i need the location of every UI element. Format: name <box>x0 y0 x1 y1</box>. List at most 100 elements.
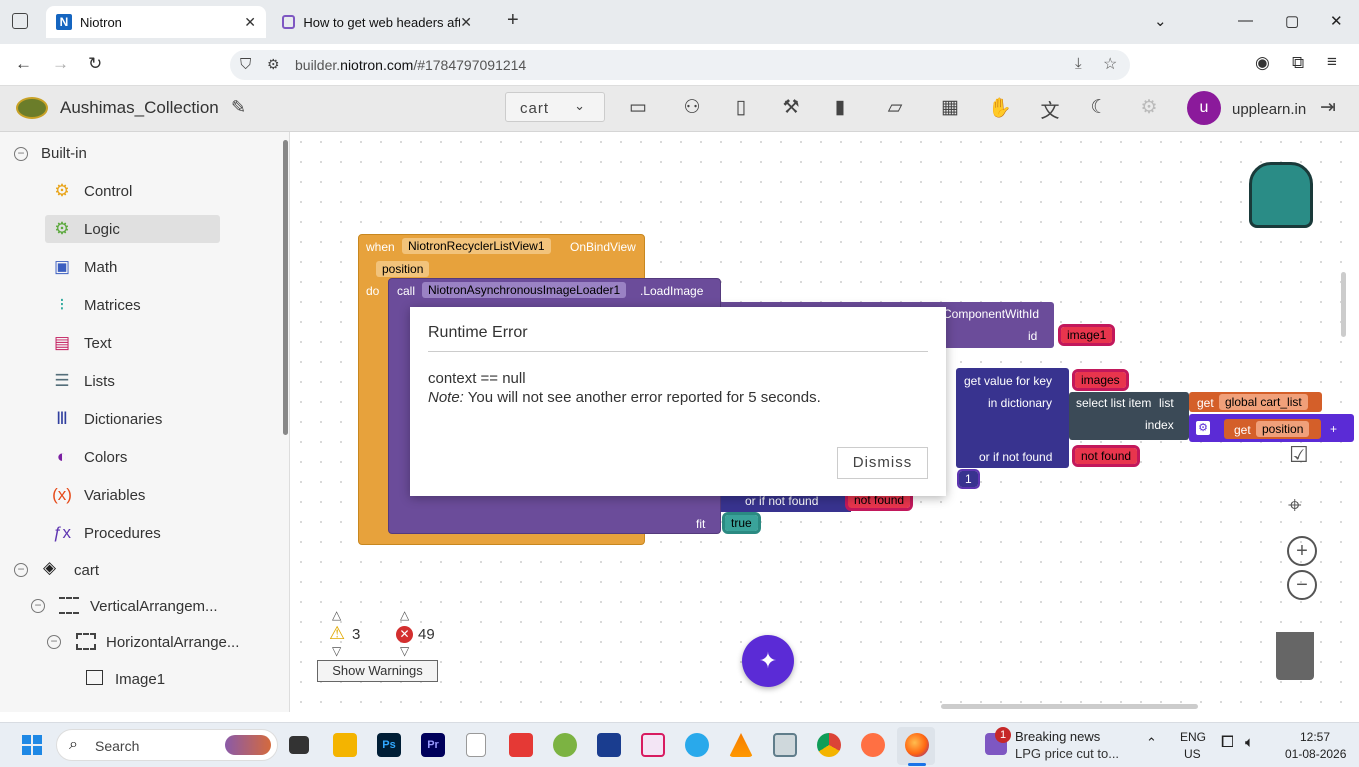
reload-icon[interactable]: ↻ <box>88 54 102 74</box>
sidebar-item-colors[interactable]: ◐ Colors <box>50 443 128 471</box>
tray-chevron-up-icon[interactable]: ⌃ <box>1146 735 1157 751</box>
tab-niotron[interactable]: N Niotron ✕ <box>46 6 266 38</box>
call-component-dropdown[interactable]: NiotronAsynchronousImageLoader1 <box>422 282 627 298</box>
collapse-horizontal-icon[interactable]: − <box>47 635 61 649</box>
news-subtitle[interactable]: LPG price cut to... <box>1015 746 1119 761</box>
volume-icon[interactable]: 🔈︎ <box>1245 734 1254 751</box>
tab-web-headers[interactable]: How to get web headers after s ✕ <box>272 6 482 38</box>
tab-list-chevron-icon[interactable]: ⌄ <box>1154 12 1167 30</box>
zoom-in-icon[interactable]: + <box>1287 536 1317 566</box>
tree-item-cart[interactable]: cart <box>74 556 99 584</box>
vlc-icon[interactable] <box>729 733 753 757</box>
recenter-icon[interactable]: ⌖ <box>1288 492 1302 520</box>
phone-preview-icon[interactable]: ▯ <box>729 96 753 119</box>
windows-start-icon[interactable] <box>21 734 43 756</box>
shield-icon[interactable]: ⛉ <box>240 56 251 73</box>
tools-icon[interactable]: ⚒ <box>779 96 803 119</box>
back-icon[interactable]: ← <box>15 54 32 74</box>
warnings-up-arrow-icon[interactable]: △ <box>332 608 341 622</box>
checklist-icon[interactable]: ☑ <box>1289 442 1309 468</box>
translate-icon[interactable]: 文 <box>1038 96 1062 123</box>
workspace-vscroll[interactable] <box>1341 272 1346 337</box>
warnings-down-arrow-icon[interactable]: ▽ <box>332 644 341 658</box>
anydesk-icon[interactable] <box>509 733 533 757</box>
backpack-icon[interactable] <box>1249 162 1313 228</box>
folder-icon[interactable]: ▱ <box>883 96 907 119</box>
task-view-icon[interactable] <box>289 736 309 754</box>
global-var-dropdown[interactable]: global cart_list <box>1219 394 1308 410</box>
site-settings-icon[interactable]: ⚙ <box>267 56 280 73</box>
language-code[interactable]: ENG <box>1180 730 1206 744</box>
builtin-header[interactable]: Built-in <box>41 139 87 167</box>
tree-item-horizontal-arrangement[interactable]: HorizontalArrange... <box>106 628 239 656</box>
sidebar-item-text[interactable]: ▤ Text <box>50 329 112 357</box>
notepad-icon[interactable] <box>466 733 486 757</box>
media-app-icon[interactable] <box>773 733 797 757</box>
errors-down-arrow-icon[interactable]: ▽ <box>400 644 409 658</box>
screen-selector[interactable]: cart ⌄ <box>505 92 605 122</box>
dashboard-icon[interactable]: ▦ <box>938 96 962 119</box>
news-title[interactable]: Breaking news <box>1015 729 1100 744</box>
position-var-dropdown[interactable]: position <box>1256 421 1310 437</box>
show-warnings-button[interactable]: Show Warnings <box>317 660 438 682</box>
pen-app-icon[interactable] <box>861 733 885 757</box>
avatar[interactable]: u <box>1187 91 1221 125</box>
file-explorer-icon[interactable] <box>333 733 357 757</box>
collapse-cart-icon[interactable]: − <box>14 563 28 577</box>
designer-laptop-icon[interactable]: ▭ <box>626 96 650 119</box>
snipping-tool-icon[interactable] <box>641 733 665 757</box>
firefox-icon[interactable] <box>905 733 929 757</box>
sidebar-item-control[interactable]: ⚙ Control <box>50 177 132 205</box>
zoom-out-icon[interactable]: − <box>1287 570 1317 600</box>
taskbar-search[interactable]: ⌕ Search <box>56 729 278 761</box>
not-found-text-block[interactable]: not found <box>1071 445 1141 467</box>
sidebar-item-lists[interactable]: ☰ Lists <box>50 367 114 395</box>
user-name[interactable]: upplearn.in <box>1232 101 1306 118</box>
ai-assistant-button[interactable]: ✦ <box>742 635 794 687</box>
fit-boolean-block[interactable]: true <box>722 512 761 534</box>
scanner-app-icon[interactable] <box>597 733 621 757</box>
number-one-block[interactable]: 1 <box>957 469 980 489</box>
telegram-icon[interactable] <box>685 733 709 757</box>
download-page-icon[interactable]: ⤓ <box>1075 55 1082 72</box>
tab-close-icon[interactable]: ✕ <box>244 14 256 31</box>
dark-mode-moon-icon[interactable]: ☾ <box>1087 96 1111 119</box>
settings-gear-icon[interactable]: ⚙ <box>1137 96 1161 119</box>
sidebar-item-variables[interactable]: (x) Variables <box>50 481 145 509</box>
clock-time[interactable]: 12:57 <box>1300 730 1330 744</box>
language-region[interactable]: US <box>1184 747 1201 761</box>
new-tab-button[interactable]: + <box>507 9 519 32</box>
bookmark-star-icon[interactable]: ☆ <box>1103 54 1117 74</box>
sidebar-item-procedures[interactable]: ƒx Procedures <box>50 519 161 547</box>
plugin-icon[interactable]: ✋ <box>988 96 1012 120</box>
chrome-icon[interactable] <box>817 733 841 757</box>
collapse-builtin-icon[interactable]: − <box>14 147 28 161</box>
minimize-icon[interactable]: — <box>1238 12 1253 29</box>
url-field[interactable]: ⛉ ⚙ builder. niotron.com/#1784797091214 ⤓… <box>230 50 1130 80</box>
dismiss-button[interactable]: Dismiss <box>837 447 928 479</box>
book-icon[interactable]: ▮ <box>828 96 852 119</box>
tab-actions-icon[interactable] <box>12 13 28 29</box>
close-window-icon[interactable]: ✕ <box>1330 12 1343 30</box>
trash-icon[interactable] <box>1276 632 1314 680</box>
workspace-hscroll[interactable] <box>941 704 1198 709</box>
tree-item-vertical-arrangement[interactable]: VerticalArrangem... <box>90 592 218 620</box>
id-text-block[interactable]: image1 <box>1057 324 1116 346</box>
collapse-vertical-icon[interactable]: − <box>31 599 45 613</box>
mutator-gear-icon[interactable]: ⚙ <box>1196 421 1210 435</box>
fruit-app-icon[interactable] <box>553 733 577 757</box>
account-icon[interactable]: ◉ <box>1255 53 1270 73</box>
sidebar-item-logic[interactable]: ⚙ Logic <box>50 215 119 243</box>
tab-close-icon[interactable]: ✕ <box>460 14 472 31</box>
errors-up-arrow-icon[interactable]: △ <box>400 608 409 622</box>
network-icon[interactable]: ⧠ <box>1221 734 1234 752</box>
premiere-icon[interactable]: Pr <box>421 733 445 757</box>
event-param[interactable]: position <box>376 261 430 277</box>
sidebar-item-math[interactable]: ▣ Math <box>50 253 117 281</box>
forward-icon[interactable]: → <box>52 54 69 74</box>
blocks-icon[interactable]: ⚇ <box>680 96 704 119</box>
clock-date[interactable]: 01-08-2026 <box>1285 747 1346 761</box>
sidebar-scrollbar[interactable] <box>283 140 288 435</box>
tree-item-image1[interactable]: Image1 <box>115 665 165 693</box>
photoshop-icon[interactable]: Ps <box>377 733 401 757</box>
